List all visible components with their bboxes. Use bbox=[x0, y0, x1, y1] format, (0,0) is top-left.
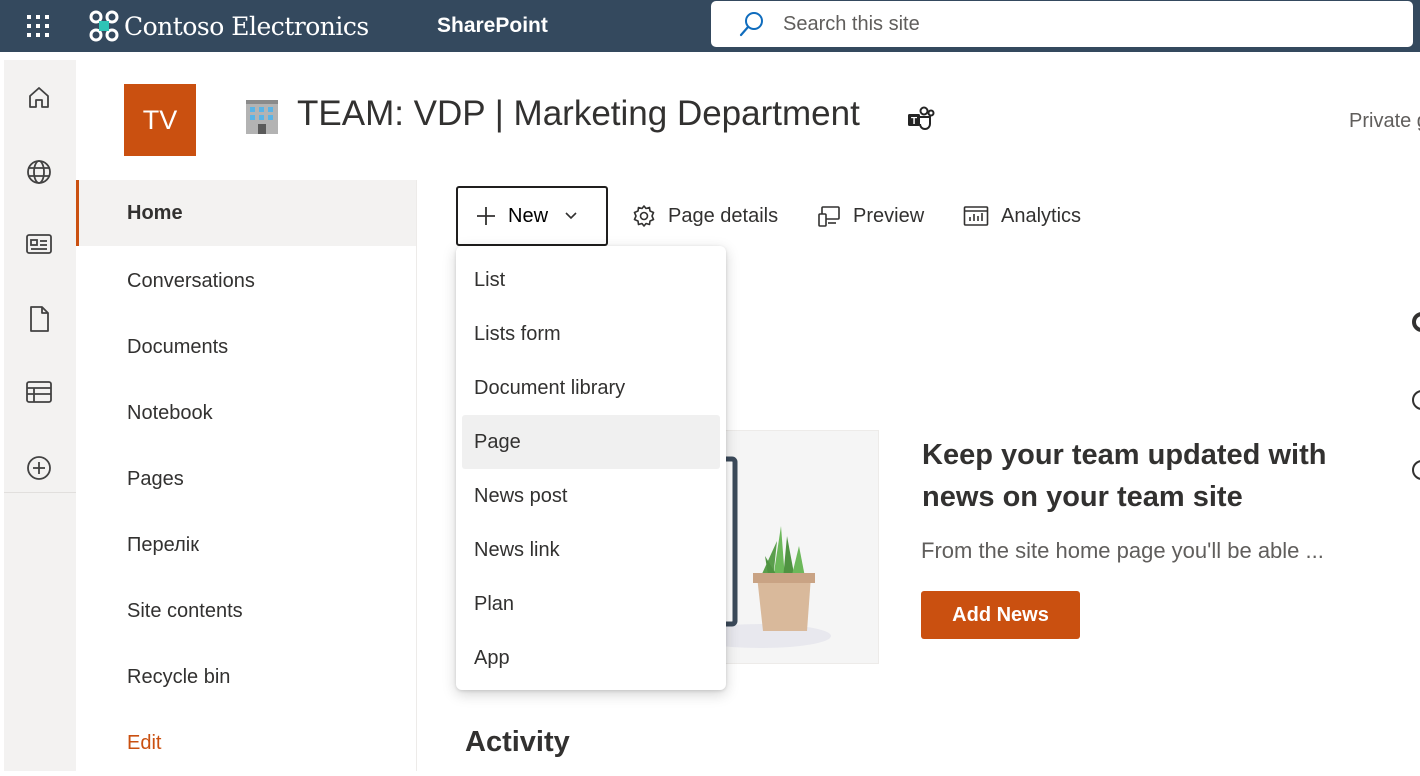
nav-edit-link[interactable]: Edit bbox=[76, 710, 416, 776]
plus-icon bbox=[476, 206, 496, 226]
add-news-button[interactable]: Add News bbox=[921, 591, 1080, 639]
analytics-button[interactable]: Analytics bbox=[963, 186, 1081, 246]
nav-item-perelik[interactable]: Перелік bbox=[76, 512, 416, 578]
contoso-logo-icon bbox=[89, 10, 119, 42]
suite-bar: Contoso Electronics SharePoint bbox=[0, 0, 1420, 52]
menu-item-app[interactable]: App bbox=[462, 631, 720, 685]
document-icon[interactable] bbox=[20, 300, 58, 338]
search-input[interactable] bbox=[783, 12, 1343, 36]
home-icon[interactable] bbox=[20, 78, 58, 116]
menu-item-news-post[interactable]: News post bbox=[462, 469, 720, 523]
new-button-label: New bbox=[508, 204, 549, 227]
office-building-icon bbox=[242, 96, 282, 136]
analytics-label: Analytics bbox=[1001, 204, 1082, 227]
menu-item-news-link[interactable]: News link bbox=[462, 523, 720, 577]
left-navigation: Home Conversations Documents Notebook Pa… bbox=[76, 180, 417, 771]
search-icon bbox=[737, 9, 767, 39]
privacy-label: Private g bbox=[1349, 110, 1420, 132]
news-description: From the site home page you'll be able .… bbox=[921, 538, 1324, 563]
brand-name: Contoso Electronics bbox=[124, 11, 369, 41]
device-preview-icon bbox=[817, 204, 841, 228]
nav-item-notebook[interactable]: Notebook bbox=[76, 380, 416, 446]
new-button[interactable]: New bbox=[456, 186, 608, 246]
site-logo[interactable]: TV bbox=[124, 84, 196, 156]
news-heading: Keep your team updated with news on your… bbox=[922, 439, 1327, 513]
right-panel-edge-icon bbox=[1412, 388, 1420, 412]
chevron-down-icon bbox=[564, 211, 578, 221]
globe-icon[interactable] bbox=[20, 153, 58, 191]
news-illustration bbox=[700, 430, 879, 664]
teams-icon[interactable]: T bbox=[905, 106, 935, 132]
menu-item-page[interactable]: Page bbox=[462, 415, 720, 469]
page-details-button[interactable]: Page details bbox=[632, 186, 778, 246]
nav-item-site-contents[interactable]: Site contents bbox=[76, 578, 416, 644]
analytics-icon bbox=[963, 205, 989, 227]
menu-item-document-library[interactable]: Document library bbox=[462, 361, 720, 415]
nav-item-pages[interactable]: Pages bbox=[76, 446, 416, 512]
app-launcher-icon[interactable] bbox=[4, 0, 72, 52]
menu-item-plan[interactable]: Plan bbox=[462, 577, 720, 631]
nav-item-conversations[interactable]: Conversations bbox=[76, 248, 416, 314]
preview-button[interactable]: Preview bbox=[817, 186, 924, 246]
nav-item-home[interactable]: Home bbox=[76, 180, 416, 246]
menu-item-list[interactable]: List bbox=[462, 253, 720, 307]
activity-heading: Activity bbox=[465, 726, 570, 758]
site-title: TEAM: VDP | Marketing Department bbox=[297, 94, 860, 133]
preview-label: Preview bbox=[853, 204, 925, 227]
svg-text:T: T bbox=[911, 116, 917, 127]
list-icon[interactable] bbox=[20, 373, 58, 411]
search-box[interactable] bbox=[711, 1, 1413, 47]
gear-icon bbox=[632, 204, 656, 228]
page-details-label: Page details bbox=[668, 204, 779, 227]
nav-item-recycle-bin[interactable]: Recycle bin bbox=[76, 644, 416, 710]
new-dropdown-menu: List Lists form Document library Page Ne… bbox=[456, 246, 726, 690]
app-name[interactable]: SharePoint bbox=[437, 0, 548, 52]
brand-logo[interactable]: Contoso Electronics bbox=[88, 0, 369, 52]
nav-item-documents[interactable]: Documents bbox=[76, 314, 416, 380]
right-panel-edge-mark bbox=[1412, 310, 1420, 334]
menu-item-lists-form[interactable]: Lists form bbox=[462, 307, 720, 361]
app-bar-divider bbox=[4, 492, 76, 493]
right-panel-edge-icon bbox=[1412, 458, 1420, 482]
add-circle-icon[interactable] bbox=[20, 449, 58, 487]
news-icon[interactable] bbox=[20, 225, 58, 263]
app-bar bbox=[4, 60, 76, 771]
